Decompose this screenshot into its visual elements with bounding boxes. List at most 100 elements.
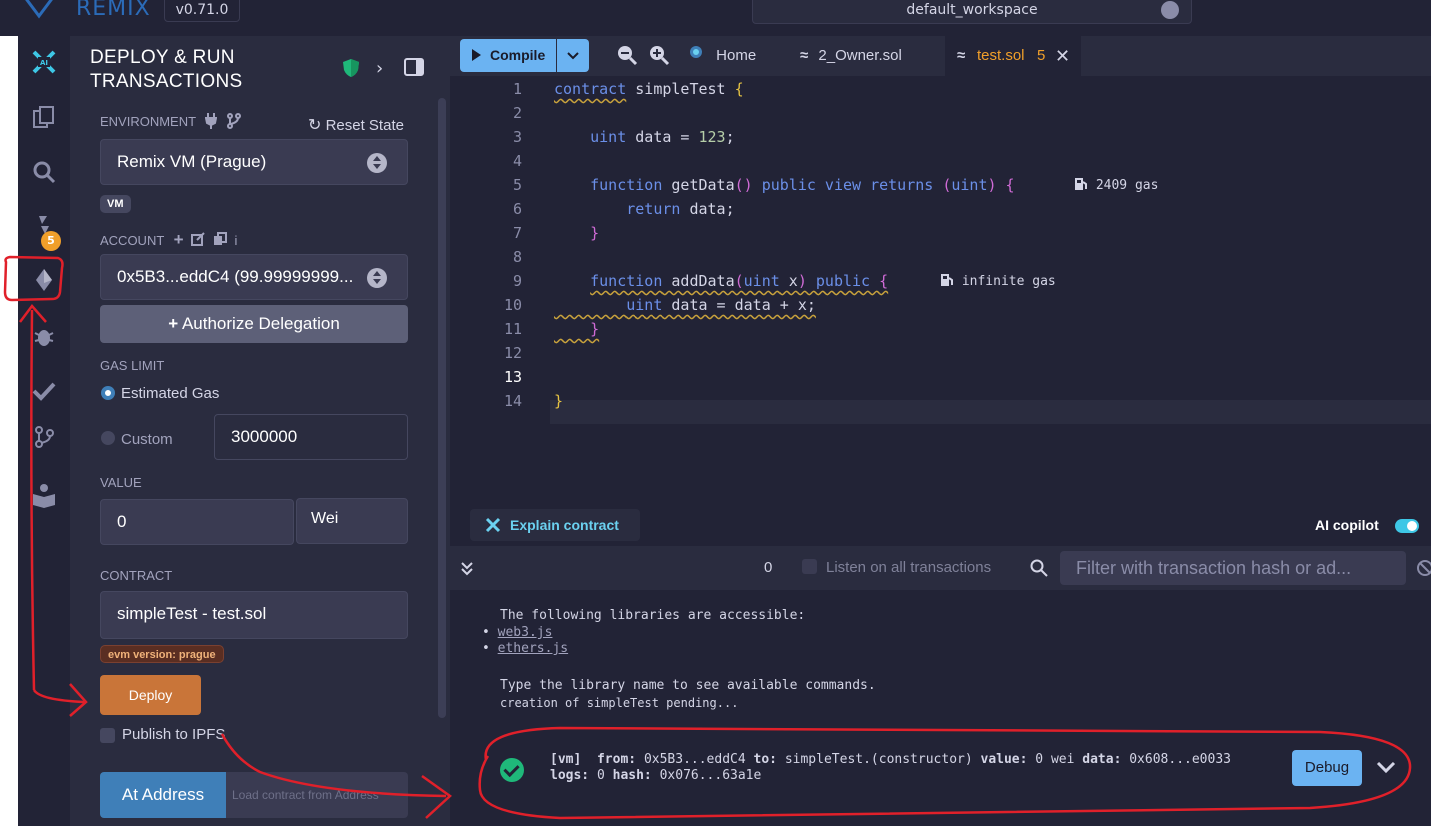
line-number: 2 <box>512 104 522 122</box>
value-unit-select[interactable]: Wei <box>296 498 408 544</box>
deploy-run-panel: DEPLOY & RUN TRANSACTIONS › ENVIRONMENT … <box>70 36 450 826</box>
gas-estimate-getdata: 2409 gas <box>1074 177 1158 193</box>
learn-icon[interactable] <box>18 476 70 514</box>
listen-all-checkbox[interactable] <box>802 559 817 574</box>
fork-icon[interactable] <box>227 113 242 129</box>
select-arrows-icon <box>367 268 387 288</box>
deploy-button[interactable]: Deploy <box>100 675 201 715</box>
evm-version-badge: evm version: prague <box>100 645 224 663</box>
line-number: 5 <box>512 176 522 194</box>
compile-options-dropdown[interactable] <box>557 39 589 72</box>
at-address-button[interactable]: At Address <box>100 772 226 818</box>
transaction-filter-input[interactable]: Filter with transaction hash or ad... <box>1060 551 1406 585</box>
deploy-run-icon[interactable] <box>18 261 70 299</box>
line-number: 9 <box>512 272 522 290</box>
custom-gas-radio[interactable] <box>101 431 115 445</box>
tab-2-owner-sol[interactable]: ≈ 2_Owner.sol <box>800 36 902 76</box>
value-label: VALUE <box>100 475 142 490</box>
top-bar: REMIX v0.71.0 default_workspace <box>0 0 1431 36</box>
ai-icon[interactable]: AI <box>18 43 70 81</box>
chevron-down-icon <box>567 52 579 60</box>
contract-select[interactable]: simpleTest - test.sol <box>100 591 408 639</box>
terminal-line: Type the library name to see available c… <box>500 678 876 693</box>
zoom-in-icon[interactable] <box>648 44 670 66</box>
version-label: v0.71.0 <box>164 0 240 22</box>
gas-limit-input[interactable]: 3000000 <box>214 414 408 460</box>
terminal-line: creation of simpleTest pending... <box>500 696 739 710</box>
copilot-bar: Explain contract AI copilot <box>450 506 1431 546</box>
listen-all-label: Listen on all transactions <box>826 559 992 576</box>
plus-icon: + <box>168 314 179 333</box>
line-number: 3 <box>512 128 522 146</box>
code-line: return data; <box>626 200 735 218</box>
estimated-gas-radio[interactable] <box>101 386 115 400</box>
compiler-warning-badge: 5 <box>41 231 61 251</box>
ai-icon <box>485 517 501 533</box>
load-address-input[interactable]: Load contract from Address <box>226 772 408 818</box>
reset-state-button[interactable]: ↻ Reset State <box>308 115 404 135</box>
publish-ipfs-checkbox[interactable] <box>100 728 115 743</box>
account-label: ACCOUNT + i <box>100 230 238 249</box>
code-line: contract simpleTest { <box>554 80 744 98</box>
line-number: 4 <box>512 152 522 170</box>
transaction-log[interactable]: [vm] from: 0x5B3...eddC4 to: simpleTest.… <box>550 752 1231 784</box>
code-line: } <box>590 320 600 338</box>
active-line-highlight <box>550 400 1431 424</box>
line-number: 7 <box>512 224 522 242</box>
line-number: 1 <box>512 80 522 98</box>
web3-link[interactable]: web3.js <box>498 625 553 640</box>
chevron-right-icon[interactable]: › <box>376 58 383 79</box>
edit-icon[interactable] <box>191 232 205 246</box>
environment-label: ENVIRONMENT <box>100 113 242 129</box>
test-icon[interactable] <box>18 372 70 410</box>
tab-home[interactable]: Home <box>686 36 756 76</box>
code-line: function getData() public view returns (… <box>590 176 1015 194</box>
compile-button[interactable]: Compile <box>460 39 556 72</box>
authorize-delegation-button[interactable]: + Authorize Delegation <box>100 305 408 343</box>
debug-button[interactable]: Debug <box>1292 750 1362 786</box>
info-icon[interactable]: i <box>234 233 237 248</box>
value-input[interactable]: 0 <box>100 499 294 545</box>
editor-tab-bar: Compile Home ≈ 2_Owner.sol ≈ test.sol 5 … <box>450 36 1431 76</box>
file-explorer-icon[interactable] <box>18 98 70 136</box>
chevron-down-icon[interactable] <box>1375 756 1397 778</box>
ai-copilot-toggle[interactable] <box>1395 519 1419 533</box>
ethers-link[interactable]: ethers.js <box>498 641 568 656</box>
environment-value: Remix VM (Prague) <box>117 152 267 171</box>
code-editor[interactable]: 1 2 3 4 5 6 7 8 9 10 11 12 13 14 contrac… <box>450 76 1431 506</box>
zoom-out-icon[interactable] <box>616 44 638 66</box>
environment-select[interactable]: Remix VM (Prague) <box>100 139 408 185</box>
tab-test-sol[interactable]: ≈ test.sol 5 ✕ <box>945 36 1081 76</box>
shield-icon[interactable] <box>342 58 360 78</box>
estimated-gas-label: Estimated Gas <box>121 385 220 402</box>
plug-icon[interactable] <box>205 113 218 129</box>
terminal-line: The following libraries are accessible: <box>500 608 806 623</box>
line-number: 10 <box>503 296 522 314</box>
line-number: 12 <box>503 344 522 362</box>
editor-area: Compile Home ≈ 2_Owner.sol ≈ test.sol 5 … <box>450 36 1431 506</box>
vm-badge: VM <box>100 195 131 213</box>
workspace-select[interactable]: default_workspace <box>752 0 1192 24</box>
account-select[interactable]: 0x5B3...eddC4 (99.99999999... <box>100 254 408 300</box>
terminal-output: The following libraries are accessible: … <box>450 590 1431 826</box>
code-line: function addData(uint x) public { <box>590 272 889 290</box>
clear-terminal-icon[interactable] <box>1416 559 1431 577</box>
icon-sidebar: AI 5 <box>18 36 70 826</box>
brand-name: REMIX <box>76 0 151 21</box>
collapse-terminal-icon[interactable] <box>459 560 475 576</box>
code-line: uint data = 123; <box>590 128 735 146</box>
close-icon[interactable]: ✕ <box>1055 36 1070 76</box>
remix-logo[interactable] <box>22 0 56 20</box>
panel-title: DEPLOY & RUN TRANSACTIONS <box>90 47 243 92</box>
git-icon[interactable] <box>18 418 70 456</box>
search-icon[interactable] <box>18 153 70 191</box>
play-icon <box>472 49 481 61</box>
explain-contract-button[interactable]: Explain contract <box>470 509 640 541</box>
copy-icon[interactable] <box>213 232 227 246</box>
plus-icon[interactable]: + <box>174 230 184 249</box>
workspace-name: default_workspace <box>906 2 1038 18</box>
debugger-icon[interactable] <box>18 317 70 355</box>
publish-ipfs-label: Publish to IPFS <box>122 726 226 743</box>
panel-scrollbar[interactable] <box>438 98 446 718</box>
pin-panel-icon[interactable] <box>404 58 424 76</box>
